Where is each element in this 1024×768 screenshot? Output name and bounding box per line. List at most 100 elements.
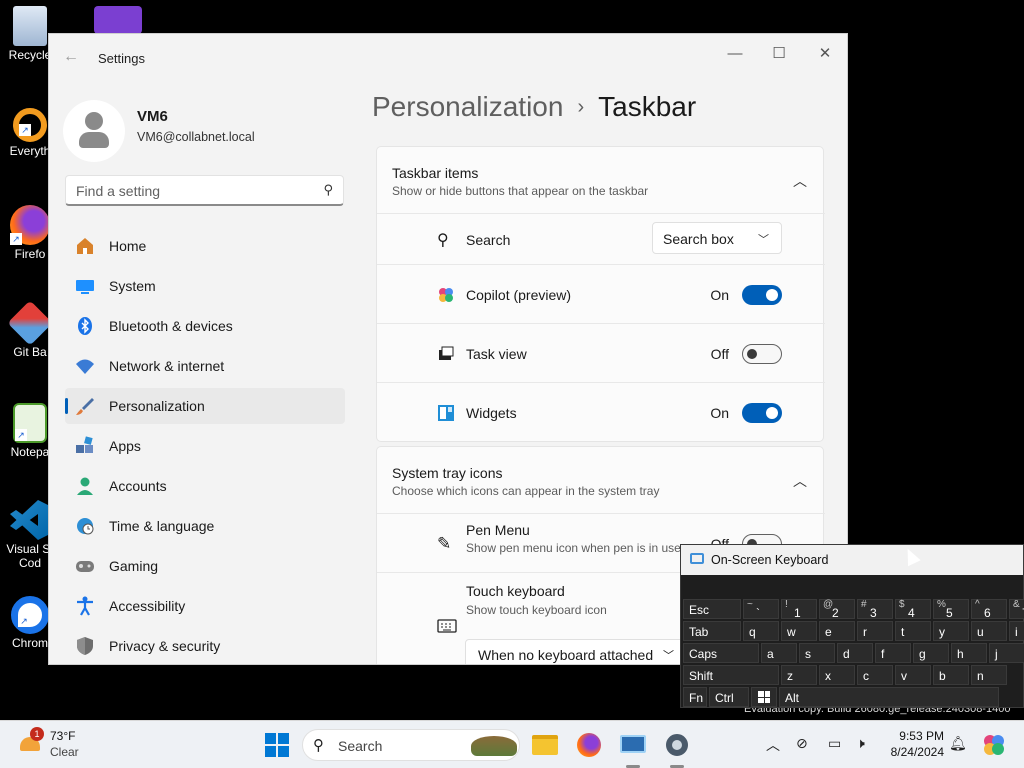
weather-widget[interactable]: 1 73°F Clear: [14, 727, 104, 763]
wifi-icon: [76, 359, 94, 374]
osk-key[interactable]: r: [857, 621, 893, 641]
osk-key-label: x: [825, 669, 831, 683]
osk-key[interactable]: y: [933, 621, 969, 641]
osk-key[interactable]: g: [913, 643, 949, 663]
osk-key[interactable]: Shift: [683, 665, 779, 685]
clock[interactable]: 9:53 PM 8/24/2024: [882, 728, 944, 760]
sidebar-item-system[interactable]: System: [65, 268, 345, 304]
chevron-up-icon[interactable]: ︿: [766, 735, 780, 755]
osk-key-label: a: [767, 647, 774, 661]
sidebar-item-personalization[interactable]: Personalization: [65, 388, 345, 424]
osk-key[interactable]: Ctrl: [709, 687, 749, 707]
osk-key[interactable]: j: [989, 643, 1024, 663]
user-profile[interactable]: VM6 VM6@collabnet.local: [63, 100, 363, 162]
close-button[interactable]: ✕: [813, 42, 837, 66]
start-button[interactable]: [261, 729, 293, 761]
osk-key[interactable]: Esc: [683, 599, 741, 619]
chevron-up-icon[interactable]: ︿: [793, 171, 807, 191]
osk-key[interactable]: x: [819, 665, 855, 685]
touch-keyboard-dropdown[interactable]: When no keyboard attached ﹀: [465, 639, 685, 664]
osk-key[interactable]: Caps: [683, 643, 759, 663]
osk-key[interactable]: [751, 687, 777, 707]
shortcut-arrow-icon: ↗: [15, 429, 27, 441]
osk-key[interactable]: t: [895, 621, 931, 641]
file-explorer-button[interactable]: [529, 729, 561, 761]
sidebar-item-privacy[interactable]: Privacy & security: [65, 628, 345, 664]
sidebar-item-accounts[interactable]: Accounts: [65, 468, 345, 504]
osk-key[interactable]: ! 1: [781, 599, 817, 620]
desktop-icon-visual-studio[interactable]: [92, 6, 144, 36]
breadcrumb-parent[interactable]: Personalization: [372, 91, 563, 122]
osk-key[interactable]: Fn: [683, 687, 707, 707]
volume-muted-icon[interactable]: 🕨: [856, 735, 865, 752]
osk-key[interactable]: s: [799, 643, 835, 663]
osk-key[interactable]: i: [1009, 621, 1024, 641]
osk-key[interactable]: n: [971, 665, 1007, 685]
sidebar-item-home[interactable]: Home: [65, 228, 345, 264]
find-setting-input[interactable]: Find a setting ⚲: [65, 175, 344, 206]
osk-key[interactable]: #3: [857, 599, 893, 620]
sidebar-item-apps[interactable]: Apps: [65, 428, 345, 464]
osk-key-label: e: [825, 625, 832, 639]
search-highlight-icon: [471, 736, 517, 756]
osk-key[interactable]: q: [743, 621, 779, 641]
osk-key-label: t: [901, 625, 905, 639]
chevron-up-icon[interactable]: ︿: [793, 471, 807, 491]
network-disconnected-icon[interactable]: ⊘: [796, 735, 808, 752]
osk-key-label: y: [939, 625, 945, 639]
search-style-dropdown[interactable]: Search box ﹀: [652, 222, 782, 254]
copilot-icon: [984, 735, 1004, 755]
on-screen-keyboard: On-Screen Keyboard Esc~`!1@2#3$4%5^6&7Ta…: [680, 544, 1024, 708]
osk-key-label: w: [787, 625, 796, 639]
sidebar-item-gaming[interactable]: Gaming: [65, 548, 345, 584]
weather-temperature: 73°F: [50, 729, 76, 743]
display-icon[interactable]: ▭: [828, 735, 841, 752]
minimize-button[interactable]: —: [723, 42, 747, 66]
sidebar-item-network[interactable]: Network & internet: [65, 348, 345, 384]
copilot-toggle[interactable]: [742, 285, 782, 305]
sidebar-item-accessibility[interactable]: Accessibility: [65, 588, 345, 624]
search-row: ⚲ Search Search box ﹀: [377, 214, 825, 264]
osk-key[interactable]: $4: [895, 599, 931, 620]
settings-taskbar-button[interactable]: [661, 729, 693, 761]
keyboard-icon: [620, 735, 646, 753]
taskview-state: Off: [710, 346, 729, 362]
system-tray-header[interactable]: System tray icons Choose which icons can…: [377, 447, 825, 513]
osk-taskbar-button[interactable]: [617, 729, 649, 761]
osk-key[interactable]: ^ 6: [971, 599, 1007, 620]
taskview-toggle[interactable]: [742, 344, 782, 364]
osk-key[interactable]: e: [819, 621, 855, 641]
sidebar-item-time-language[interactable]: Time & language: [65, 508, 345, 544]
osk-key[interactable]: Tab: [683, 621, 741, 641]
osk-key[interactable]: % 5: [933, 599, 969, 620]
osk-key[interactable]: @2: [819, 599, 855, 620]
osk-key[interactable]: u: [971, 621, 1007, 641]
osk-key-shift-label: $: [899, 599, 905, 610]
osk-key[interactable]: v: [895, 665, 931, 685]
osk-key[interactable]: &7: [1009, 599, 1024, 620]
taskbar-search[interactable]: ⚲ Search: [302, 729, 520, 761]
copilot-taskbar-button[interactable]: [978, 729, 1010, 761]
sidebar-item-bluetooth[interactable]: Bluetooth & devices: [65, 308, 345, 344]
taskbar-items-header[interactable]: Taskbar items Show or hide buttons that …: [377, 147, 825, 213]
osk-key[interactable]: w: [781, 621, 817, 641]
weather-condition: Clear: [50, 745, 79, 759]
osk-title-bar[interactable]: On-Screen Keyboard: [681, 545, 1023, 575]
osk-key[interactable]: ~ `: [743, 599, 779, 620]
osk-key[interactable]: f: [875, 643, 911, 663]
osk-key[interactable]: a: [761, 643, 797, 663]
osk-key[interactable]: c: [857, 665, 893, 685]
osk-key[interactable]: z: [781, 665, 817, 685]
osk-key[interactable]: Alt: [779, 687, 999, 707]
widgets-toggle[interactable]: [742, 403, 782, 423]
page-title: Taskbar: [598, 91, 697, 122]
maximize-button[interactable]: ☐: [767, 42, 791, 66]
osk-key[interactable]: b: [933, 665, 969, 685]
git-bash-icon: [7, 300, 53, 346]
osk-key[interactable]: d: [837, 643, 873, 663]
back-arrow-icon[interactable]: ←: [63, 48, 79, 66]
osk-key[interactable]: h: [951, 643, 987, 663]
firefox-taskbar-button[interactable]: [573, 729, 605, 761]
bell-icon[interactable]: 🔔︎: [949, 735, 967, 752]
osk-key-label: 4: [908, 606, 915, 620]
